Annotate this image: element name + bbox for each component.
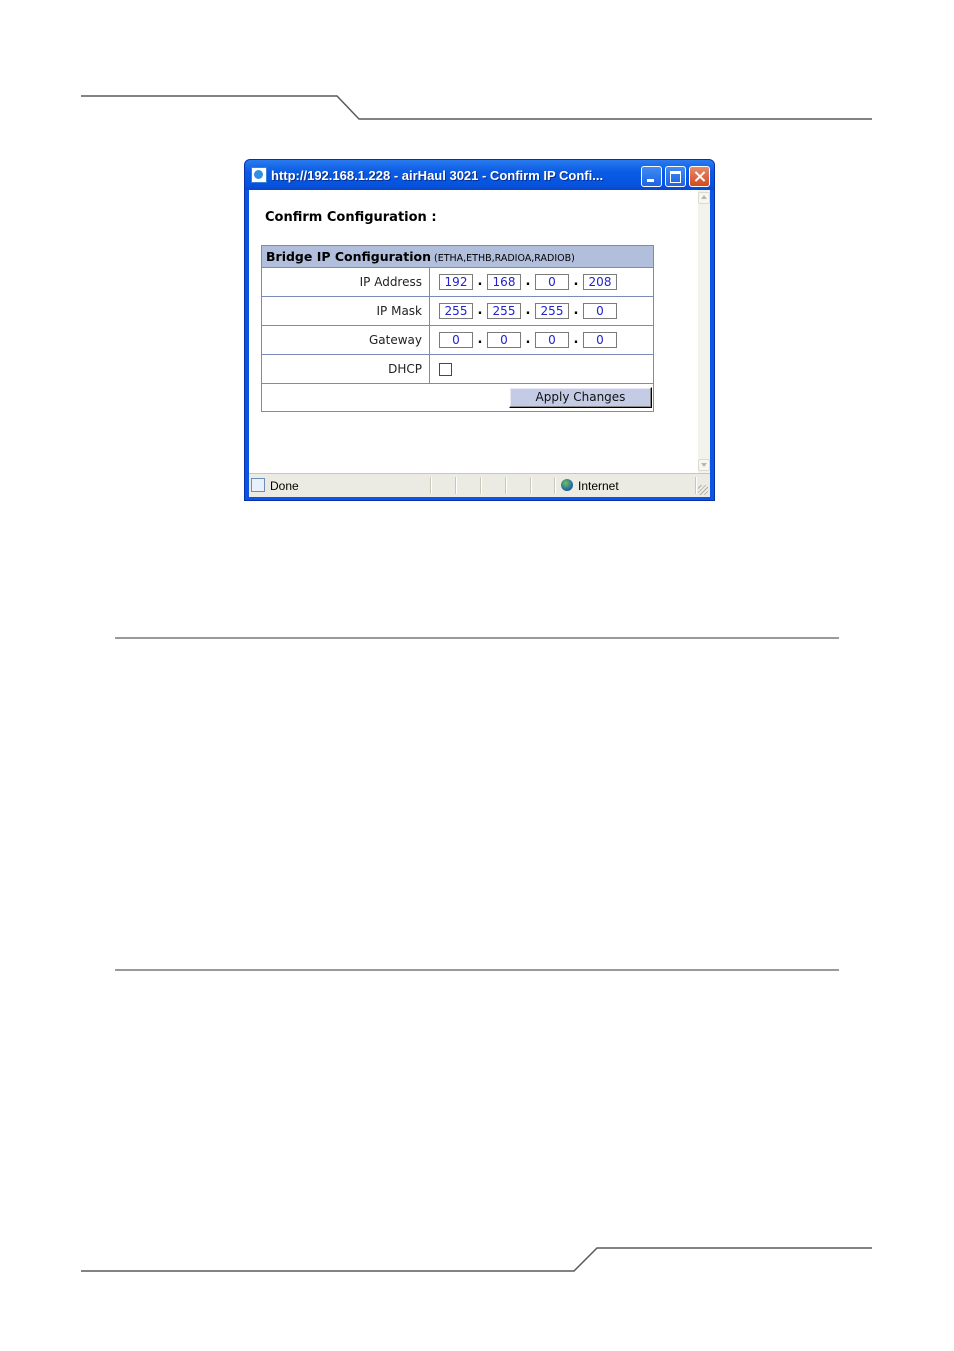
- ip-address-row: IP Address 192 . 168 . 0 . 208: [262, 268, 653, 297]
- window-title: http://192.168.1.228 - airHaul 3021 - Co…: [271, 168, 604, 183]
- ip-mask-octet-2[interactable]: 255: [487, 303, 521, 319]
- status-bar: Done Internet: [249, 473, 710, 497]
- dhcp-row: DHCP: [262, 355, 653, 384]
- ip-mask-octet-4[interactable]: 0: [583, 303, 617, 319]
- gateway-row: Gateway 0 . 0 . 0 . 0: [262, 326, 653, 355]
- security-zone-text: Internet: [578, 479, 619, 493]
- maximize-button[interactable]: [665, 166, 686, 187]
- bridge-ip-config-table: Bridge IP Configuration (ETHA,ETHB,RADIOA…: [261, 245, 654, 412]
- header-rule: [81, 95, 872, 120]
- browser-popup-window: http://192.168.1.228 - airHaul 3021 - Co…: [244, 159, 715, 501]
- gateway-label: Gateway: [262, 326, 430, 354]
- ip-address-octet-3[interactable]: 0: [535, 274, 569, 290]
- section-header: Bridge IP Configuration (ETHA,ETHB,RADIOA…: [262, 246, 653, 268]
- internet-globe-icon: [561, 479, 573, 491]
- section-title: Bridge IP Configuration: [266, 249, 431, 264]
- dhcp-label: DHCP: [262, 355, 430, 383]
- gateway-octet-3[interactable]: 0: [535, 332, 569, 348]
- ip-address-label: IP Address: [262, 268, 430, 296]
- title-bar[interactable]: http://192.168.1.228 - airHaul 3021 - Co…: [245, 160, 714, 190]
- scroll-down-arrow-icon[interactable]: [698, 459, 710, 471]
- page-content: Confirm Configuration : Bridge IP Config…: [249, 190, 698, 473]
- ip-address-octet-4[interactable]: 208: [583, 274, 617, 290]
- gateway-octet-2[interactable]: 0: [487, 332, 521, 348]
- ip-address-octet-2[interactable]: 168: [487, 274, 521, 290]
- ip-mask-row: IP Mask 255 . 255 . 255 . 0: [262, 297, 653, 326]
- scroll-up-arrow-icon[interactable]: [698, 192, 710, 204]
- resize-grip-icon[interactable]: [698, 485, 708, 495]
- gateway-octet-4[interactable]: 0: [583, 332, 617, 348]
- gateway-octet-1[interactable]: 0: [439, 332, 473, 348]
- apply-changes-button[interactable]: Apply Changes: [509, 387, 652, 408]
- footer-rule: [81, 1247, 872, 1272]
- action-row: Apply Changes: [262, 384, 653, 411]
- ip-address-octet-1[interactable]: 192: [439, 274, 473, 290]
- status-text: Done: [270, 479, 299, 493]
- ip-mask-label: IP Mask: [262, 297, 430, 325]
- close-button[interactable]: [689, 166, 710, 187]
- section-subtitle: (ETHA,ETHB,RADIOA,RADIOB): [433, 253, 575, 264]
- ip-mask-octet-1[interactable]: 255: [439, 303, 473, 319]
- page-done-icon: [251, 478, 265, 492]
- page-title: Confirm Configuration :: [265, 210, 437, 225]
- minimize-button[interactable]: [641, 166, 662, 187]
- ie-page-icon: [251, 167, 267, 183]
- dhcp-checkbox[interactable]: [439, 362, 452, 376]
- ip-mask-octet-3[interactable]: 255: [535, 303, 569, 319]
- vertical-scrollbar[interactable]: [698, 190, 710, 473]
